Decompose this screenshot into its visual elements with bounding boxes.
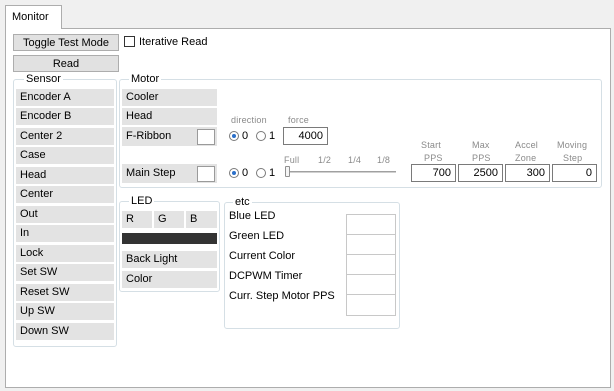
etc-label-current-color: Current Color — [229, 250, 296, 262]
motor-item-cooler: Cooler — [122, 89, 217, 106]
main-step-indicator — [197, 166, 215, 182]
led-group-title: LED — [129, 195, 155, 207]
start-pps-header-2: PPS — [424, 153, 443, 163]
main-step-label: Main Step — [126, 167, 176, 179]
direction-label: direction — [231, 115, 267, 125]
etc-divider-4 — [347, 294, 395, 295]
accel-zone-input[interactable]: 300 — [505, 164, 550, 182]
iterative-read-label: Iterative Read — [139, 36, 208, 48]
fribbon-direction-1-label: 1 — [269, 130, 276, 142]
sensor-item-center: Center — [16, 186, 114, 203]
sensor-item-set-sw: Set SW — [16, 264, 114, 281]
max-pps-header-2: PPS — [472, 153, 491, 163]
etc-label-green-led: Green LED — [229, 230, 285, 242]
etc-divider-3 — [347, 274, 395, 275]
etc-divider-2 — [347, 254, 395, 255]
sensor-item-down-sw: Down SW — [16, 323, 114, 340]
accel-zone-header-1: Accel — [515, 140, 539, 150]
moving-step-header-1: Moving — [557, 140, 588, 150]
sensor-item-encoder-a: Encoder A — [16, 89, 114, 106]
step-resolution-slider[interactable] — [288, 171, 396, 173]
sensor-item-up-sw: Up SW — [16, 303, 114, 320]
iterative-read-checkbox[interactable] — [124, 36, 135, 47]
sensor-item-center-2: Center 2 — [16, 128, 114, 145]
led-backlight-cell: Back Light — [122, 251, 217, 268]
motor-item-head: Head — [122, 108, 217, 125]
sensor-item-reset-sw: Reset SW — [16, 284, 114, 301]
max-pps-input[interactable]: 2500 — [458, 164, 503, 182]
etc-divider-1 — [347, 234, 395, 235]
step-full-label: Full — [284, 155, 300, 165]
led-r-cell: R — [122, 211, 152, 228]
main-step-direction-radio-1[interactable] — [256, 168, 266, 178]
led-color-bar — [122, 233, 217, 244]
motor-group-title: Motor — [129, 73, 162, 85]
led-b-cell: B — [186, 211, 217, 228]
tab-monitor-label: Monitor — [12, 11, 49, 23]
max-pps-header-1: Max — [472, 140, 490, 150]
force-input[interactable]: 4000 — [283, 127, 328, 145]
etc-label-blue-led: Blue LED — [229, 210, 276, 222]
led-color-cell: Color — [122, 271, 217, 288]
main-step-direction-1-label: 1 — [269, 167, 276, 179]
read-button[interactable]: Read — [13, 55, 119, 72]
step-eighth-label: 1/8 — [377, 155, 391, 165]
main-step-direction-radio-0[interactable] — [229, 168, 239, 178]
moving-step-header-2: Step — [563, 153, 583, 163]
etc-values-box — [346, 214, 396, 316]
start-pps-header-1: Start — [421, 140, 442, 150]
led-g-cell: G — [154, 211, 184, 228]
toggle-test-mode-button[interactable]: Toggle Test Mode — [13, 34, 119, 51]
step-resolution-slider-thumb[interactable] — [285, 166, 290, 177]
moving-step-input[interactable]: 0 — [552, 164, 597, 182]
fribbon-direction-0-label: 0 — [242, 130, 249, 142]
sensor-group-title: Sensor — [24, 73, 63, 85]
fribbon-indicator — [197, 129, 215, 145]
force-label: force — [288, 115, 310, 125]
etc-label-curr-step-motor-pps: Curr. Step Motor PPS — [229, 290, 335, 302]
start-pps-input[interactable]: 700 — [411, 164, 456, 182]
sensor-item-case: Case — [16, 147, 114, 164]
step-half-label: 1/2 — [318, 155, 332, 165]
fribbon-direction-radio-1[interactable] — [256, 131, 266, 141]
sensor-item-lock: Lock — [16, 245, 114, 262]
tab-monitor[interactable]: Monitor — [5, 5, 62, 29]
etc-label-dcpwm-timer: DCPWM Timer — [229, 270, 303, 282]
sensor-item-in: In — [16, 225, 114, 242]
accel-zone-header-2: Zone — [515, 153, 537, 163]
sensor-item-out: Out — [16, 206, 114, 223]
etc-group-title: etc — [233, 196, 252, 208]
fribbon-label: F-Ribbon — [126, 130, 172, 142]
sensor-item-head: Head — [16, 167, 114, 184]
sensor-item-encoder-b: Encoder B — [16, 108, 114, 125]
fribbon-direction-radio-0[interactable] — [229, 131, 239, 141]
step-quarter-label: 1/4 — [348, 155, 362, 165]
main-step-direction-0-label: 0 — [242, 167, 249, 179]
